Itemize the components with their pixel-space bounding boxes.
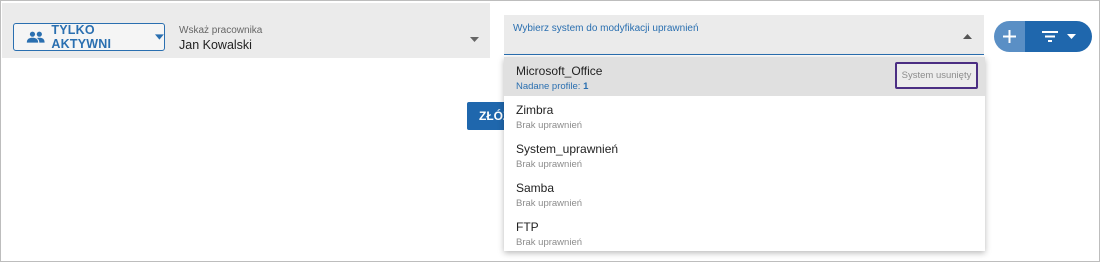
dropdown-option[interactable]: Microsoft_Office Nadane profile: 1 Syste… [504, 57, 985, 96]
chevron-down-icon [1066, 34, 1076, 39]
dropdown-option[interactable]: Samba Brak uprawnień [504, 174, 985, 213]
app-frame: TYLKO AKTYWNI Wskaż pracownika Jan Kowal… [0, 0, 1100, 262]
filter-menu-button[interactable] [1025, 21, 1092, 52]
option-subtitle: Brak uprawnień [516, 120, 583, 131]
chevron-down-icon [155, 34, 164, 40]
option-subtitle: Brak uprawnień [516, 198, 583, 209]
dropdown-option[interactable]: System_uprawnień Brak uprawnień [504, 135, 985, 174]
chevron-down-icon [470, 37, 479, 42]
action-buttons [994, 21, 1092, 52]
people-icon [26, 31, 45, 43]
option-name: Microsoft_Office [516, 64, 603, 78]
option-subtitle: Brak uprawnień [516, 237, 583, 248]
option-profile-count: 1 [583, 81, 589, 92]
option-subtitle: Brak uprawnień [516, 159, 583, 170]
dropdown-option[interactable]: Zimbra Brak uprawnień [504, 96, 985, 135]
plus-icon [1003, 30, 1016, 43]
filter-list-icon [1041, 31, 1058, 42]
employee-select-value: Jan Kowalski [179, 38, 252, 52]
option-name: Zimbra [516, 103, 554, 117]
dropdown-option[interactable]: FTP Brak uprawnień [504, 213, 985, 252]
system-removed-badge: System usunięty [895, 62, 978, 89]
system-dropdown-menu: Microsoft_Office Nadane profile: 1 Syste… [504, 57, 985, 251]
option-name: Samba [516, 181, 555, 195]
filter-panel: TYLKO AKTYWNI Wskaż pracownika Jan Kowal… [2, 3, 490, 58]
option-subtitle: Nadane profile: 1 [516, 81, 588, 92]
employee-select-label: Wskaż pracownika [179, 25, 263, 36]
system-select[interactable]: Wybierz system do modyfikacji uprawnień [504, 15, 984, 55]
active-only-toggle[interactable]: TYLKO AKTYWNI [13, 23, 165, 51]
option-subtitle-prefix: Nadane profile: [516, 81, 584, 92]
chevron-up-icon [963, 34, 972, 39]
active-only-label: TYLKO AKTYWNI [51, 23, 112, 51]
option-name: FTP [516, 220, 539, 234]
add-button[interactable] [994, 21, 1025, 52]
system-select-label: Wybierz system do modyfikacji uprawnień [513, 23, 699, 34]
option-name: System_uprawnień [516, 142, 619, 156]
